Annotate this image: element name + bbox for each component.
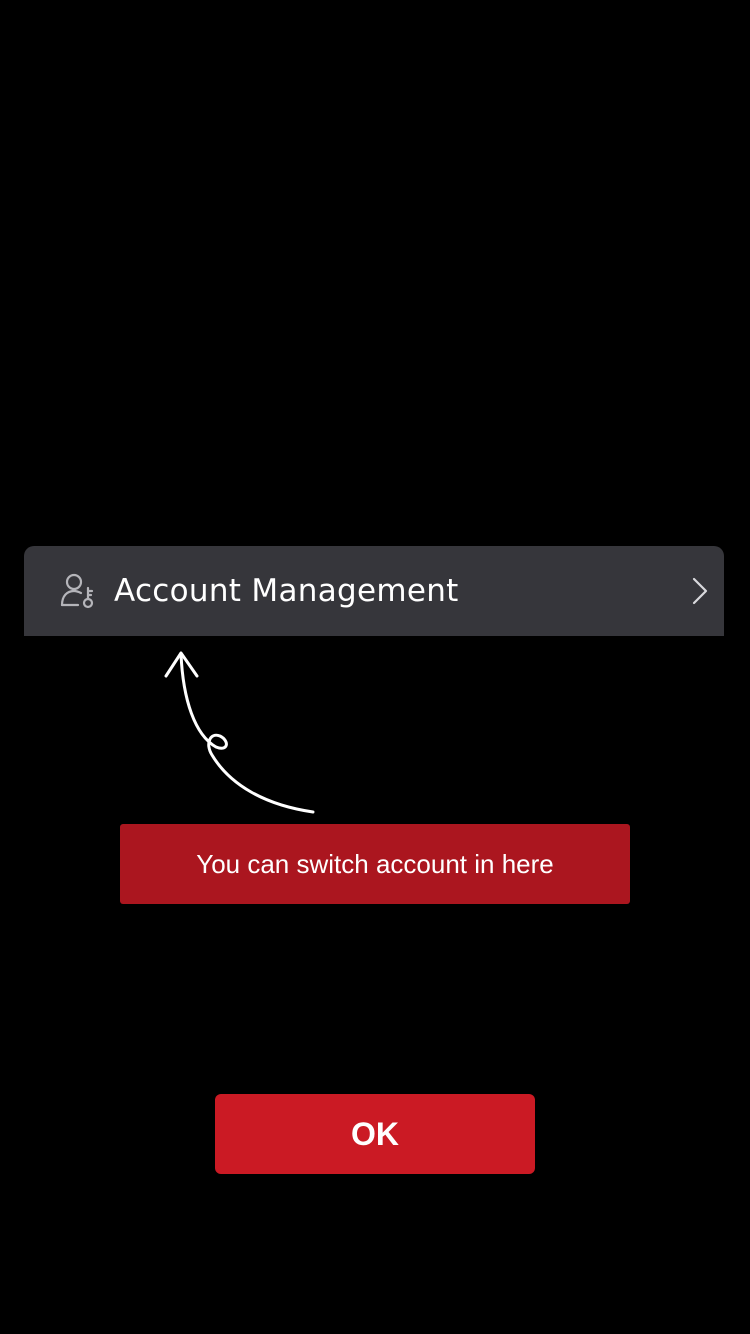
- switch-account-tip: You can switch account in here: [120, 824, 630, 904]
- ok-button[interactable]: OK: [215, 1094, 535, 1174]
- account-management-label: Account Management: [114, 573, 459, 609]
- account-management-item[interactable]: Account Management: [24, 546, 724, 636]
- chevron-right-icon: [692, 577, 708, 605]
- user-key-icon: [60, 573, 94, 609]
- curved-arrow-up-icon: [164, 651, 315, 814]
